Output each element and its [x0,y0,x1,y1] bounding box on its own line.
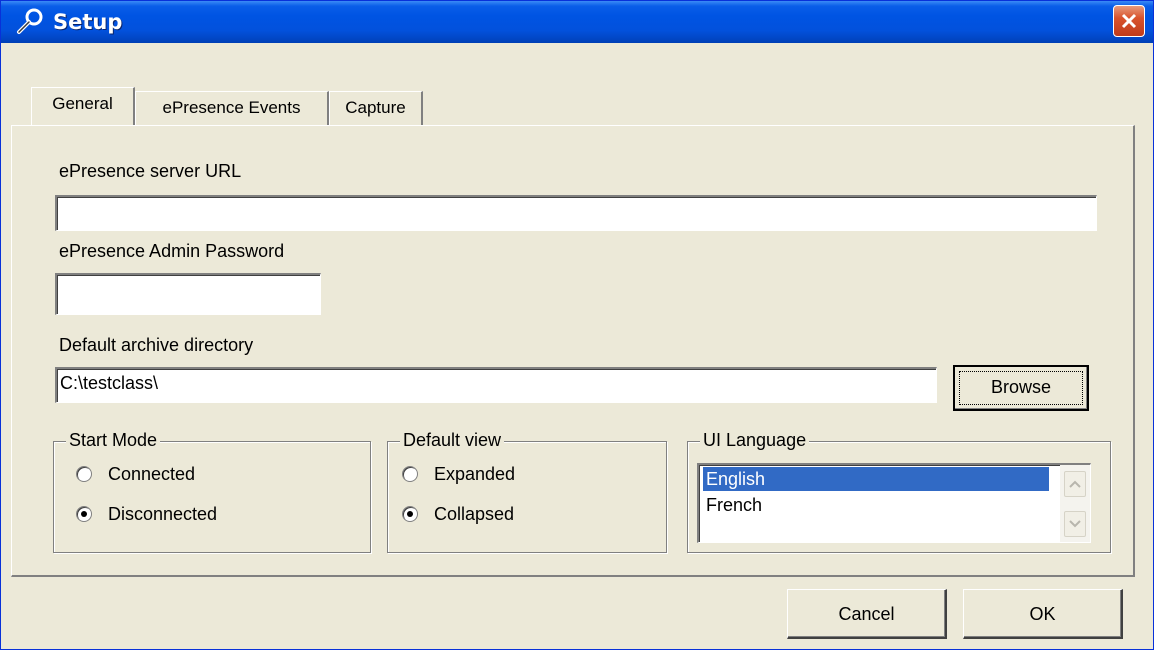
start-mode-group: Start Mode Connected Disconnected [53,430,371,553]
language-item-french[interactable]: French [703,493,1049,517]
tab-epresence-events[interactable]: ePresence Events [135,91,329,125]
browse-button[interactable]: Browse [953,365,1089,411]
radio-collapsed-label: Collapsed [434,504,515,524]
scroll-down-button[interactable] [1064,511,1086,537]
chevron-down-icon [1069,520,1081,528]
wrench-icon [17,8,43,34]
close-icon [1121,13,1137,29]
server-url-input[interactable] [55,195,1097,231]
ui-language-title: UI Language [700,430,810,451]
admin-password-label: ePresence Admin Password [59,241,285,261]
language-scrollbar[interactable] [1060,465,1090,542]
archive-dir-input[interactable]: C:\testclass\ [55,367,937,403]
chevron-up-icon [1069,480,1081,488]
ok-button[interactable]: OK [963,589,1123,639]
setup-dialog: Setup General ePresence Events Capture e… [0,0,1154,650]
default-view-title: Default view [400,430,505,451]
title-bar[interactable]: Setup [1,1,1153,43]
default-view-group: Default view Expanded Collapsed [387,430,667,553]
close-button[interactable] [1113,5,1145,37]
radio-selected-icon [76,506,92,522]
radio-selected-icon [402,506,418,522]
server-url-label: ePresence server URL [59,161,242,181]
radio-circle-icon [402,466,418,482]
window-title: Setup [53,10,123,34]
scroll-up-button[interactable] [1064,471,1086,497]
ui-language-listbox[interactable]: English French [697,463,1091,543]
admin-password-input[interactable] [55,273,321,315]
focus-rectangle [959,371,1083,405]
radio-connected-label: Connected [108,464,196,484]
cancel-button[interactable]: Cancel [787,589,947,639]
language-item-english[interactable]: English [703,467,1049,491]
start-mode-title: Start Mode [66,430,161,451]
radio-circle-icon [76,466,92,482]
tab-capture[interactable]: Capture [329,91,423,125]
radio-disconnected-label: Disconnected [108,504,218,524]
tab-general[interactable]: General [31,87,135,125]
radio-expanded-label: Expanded [434,464,516,484]
archive-dir-label: Default archive directory [59,335,254,355]
